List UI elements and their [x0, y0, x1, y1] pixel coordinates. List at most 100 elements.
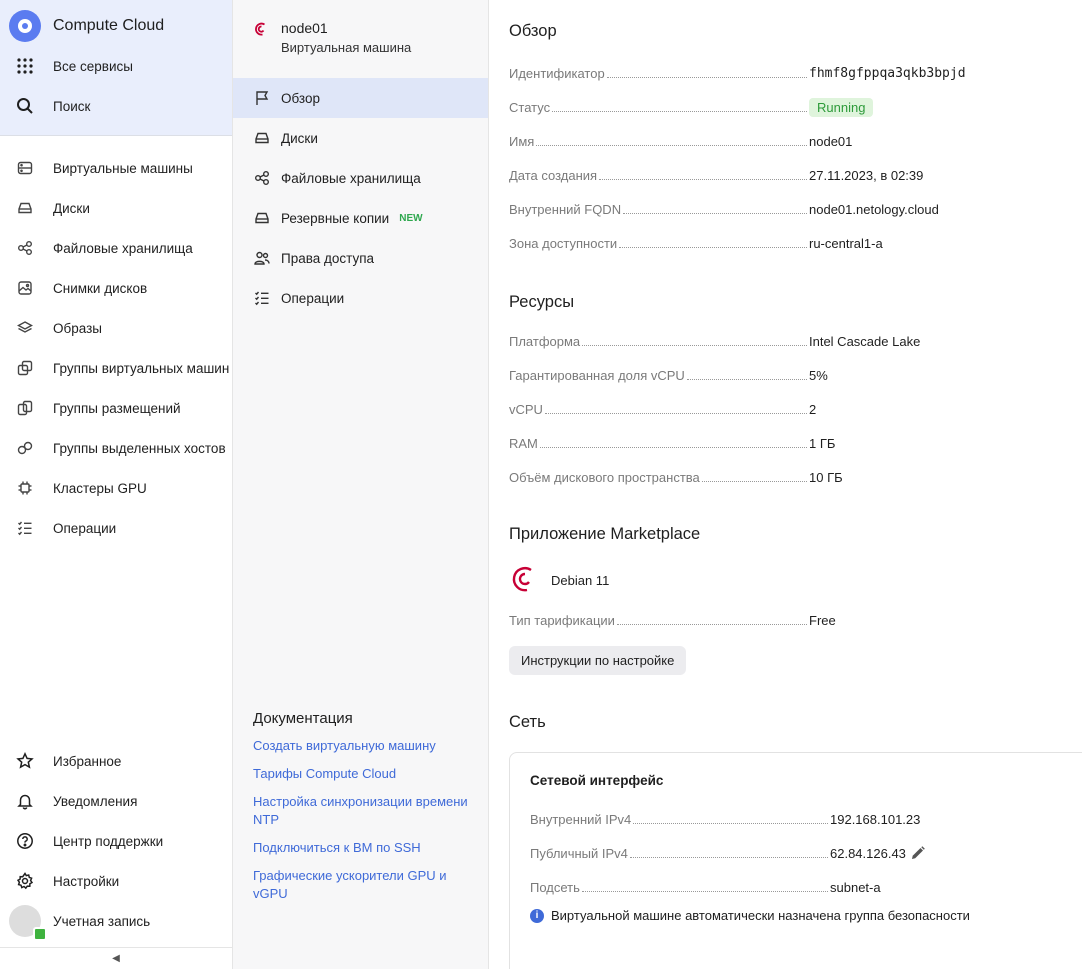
- network-title: Сеть: [509, 713, 546, 731]
- network-interface-card: Сетевой интерфейс Внутренний IPv4 192.16…: [509, 752, 1082, 969]
- overview-list: Идентификатор fhmf8gfppqa3qkb3bpjd Стату…: [509, 56, 1069, 260]
- sidebar-item-gpu-clusters[interactable]: Кластеры GPU: [0, 468, 232, 508]
- sidebar-item-snapshots[interactable]: Снимки дисков: [0, 268, 232, 308]
- sidebar-item-label: Образы: [53, 320, 102, 336]
- compute-cloud-icon: [9, 10, 41, 42]
- tab-overview[interactable]: Обзор: [233, 78, 488, 118]
- all-services-button[interactable]: Все сервисы: [0, 46, 232, 86]
- image-icon: [9, 272, 41, 304]
- sidebar-item-disks[interactable]: Диски: [0, 188, 232, 228]
- vm-header: node01 Виртуальная машина: [233, 0, 488, 78]
- tab-label: Права доступа: [281, 250, 375, 266]
- new-badge: NEW: [399, 212, 423, 224]
- subnet-label: Подсеть: [530, 879, 580, 895]
- marketplace-product: Debian 11: [509, 562, 609, 599]
- debian-icon: [253, 20, 269, 78]
- sidebar-item-label: Файловые хранилища: [53, 240, 193, 256]
- ram-value: 1 ГБ: [809, 435, 836, 451]
- kv-core-fraction: Гарантированная доля vCPU 5%: [509, 358, 1069, 392]
- sidebar-item-label: Группы виртуальных машин: [53, 360, 230, 376]
- info-icon: i: [530, 908, 544, 923]
- cubes-icon: [9, 352, 41, 384]
- subnet-link[interactable]: subnet-a: [830, 880, 881, 895]
- sidebar-item-file-storages[interactable]: Файловые хранилища: [0, 228, 232, 268]
- kv-ram: RAM 1 ГБ: [509, 426, 1069, 460]
- tab-label: Операции: [281, 290, 345, 306]
- doc-link-create-vm[interactable]: Создать виртуальную машину: [253, 737, 473, 755]
- doc-link-ntp[interactable]: Настройка синхронизации времени NTP: [253, 793, 473, 829]
- disk-size-label: Объём дискового пространства: [509, 469, 700, 485]
- overview-title: Обзор: [509, 22, 557, 40]
- public-ip-value: 62.84.126.43: [830, 845, 906, 861]
- tab-disks[interactable]: Диски: [233, 118, 488, 158]
- setup-instructions-button[interactable]: Инструкции по настройке: [509, 646, 687, 675]
- id-label: Идентификатор: [509, 65, 605, 81]
- kv-fqdn: Внутренний FQDN node01.netology.cloud: [509, 192, 1069, 226]
- sidebar-item-favorites[interactable]: Избранное: [0, 741, 232, 781]
- sidebar-item-images[interactable]: Образы: [0, 308, 232, 348]
- doc-link-ssh[interactable]: Подключиться к ВМ по SSH: [253, 839, 473, 857]
- sidebar-item-instance-groups[interactable]: Группы виртуальных машин: [0, 348, 232, 388]
- sidebar-item-vms[interactable]: Виртуальные машины: [0, 148, 232, 188]
- collapse-icon: ◀: [112, 953, 120, 964]
- sidebar-item-notifications[interactable]: Уведомления: [0, 781, 232, 821]
- grid-icon: [9, 50, 41, 82]
- sidebar-item-settings[interactable]: Настройки: [0, 861, 232, 901]
- vm-nav-panel: node01 Виртуальная машина Обзор Диски Фа…: [233, 0, 489, 969]
- sidebar-item-placement-groups[interactable]: Группы размещений: [0, 388, 232, 428]
- product-name: Debian 11: [551, 573, 610, 588]
- doc-link-pricing[interactable]: Тарифы Compute Cloud: [253, 765, 473, 783]
- billing-label: Тип тарификации: [509, 612, 615, 628]
- name-value: node01: [809, 133, 853, 149]
- star-icon: [9, 745, 41, 777]
- sidebar-item-support[interactable]: Центр поддержки: [0, 821, 232, 861]
- kv-subnet: Подсеть subnet-a: [530, 870, 1082, 904]
- collapse-sidebar-button[interactable]: ◀: [0, 947, 232, 969]
- zone-value: ru-central1-a: [809, 235, 883, 251]
- fqdn-label: Внутренний FQDN: [509, 201, 622, 217]
- sidebar-item-label: Диски: [53, 200, 90, 216]
- disk-icon: [9, 192, 41, 224]
- sidebar-item-account[interactable]: Учетная запись: [0, 901, 232, 941]
- resources-list: Платформа Intel Cascade Lake Гарантирова…: [509, 324, 1069, 494]
- sidebar-item-operations[interactable]: Операции: [0, 508, 232, 548]
- sidebar-item-label: Избранное: [53, 753, 122, 769]
- billing-value: Free: [809, 612, 836, 628]
- avatar: [9, 905, 47, 941]
- doc-link-gpu[interactable]: Графические ускорители GPU и vGPU: [253, 867, 473, 903]
- brand-link[interactable]: Compute Cloud: [0, 6, 232, 46]
- security-group-info: i Виртуальной машине автоматически назна…: [530, 908, 1082, 923]
- sidebar-nav: Виртуальные машины Диски Файловые хранил…: [0, 136, 232, 548]
- kv-public-ip: Публичный IPv4 62.84.126.43: [530, 836, 1082, 870]
- tab-access-rights[interactable]: Права доступа: [233, 238, 488, 278]
- internal-ip-value: 192.168.101.23: [830, 811, 921, 827]
- core-fraction-value: 5%: [809, 367, 828, 383]
- platform-label: Платформа: [509, 333, 581, 349]
- platform-value: Intel Cascade Lake: [809, 333, 921, 349]
- users-icon: [253, 249, 271, 267]
- edit-pencil-icon[interactable]: [911, 846, 925, 860]
- zone-label: Зона доступности: [509, 235, 618, 251]
- tab-file-storages[interactable]: Файловые хранилища: [233, 158, 488, 198]
- search-button[interactable]: Поиск: [0, 86, 232, 126]
- flag-icon: [253, 89, 271, 107]
- status-badge: Running: [809, 97, 874, 117]
- sidebar-item-host-groups[interactable]: Группы выделенных хостов: [0, 428, 232, 468]
- tab-operations[interactable]: Операции: [233, 278, 488, 318]
- sidebar-bottom: Избранное Уведомления Центр поддержки На…: [0, 741, 232, 941]
- chip-icon: [9, 472, 41, 504]
- kv-vcpu: vCPU 2: [509, 392, 1069, 426]
- kv-status: Статус Running: [509, 90, 1069, 124]
- kv-platform: Платформа Intel Cascade Lake: [509, 324, 1069, 358]
- debian-logo-icon: [509, 562, 539, 599]
- fqdn-value: node01.netology.cloud: [809, 201, 939, 217]
- tab-label: Файловые хранилища: [281, 170, 421, 186]
- id-value[interactable]: fhmf8gfppqa3qkb3bpjd: [809, 66, 966, 81]
- tab-backups[interactable]: Резервные копии NEW: [233, 198, 488, 238]
- sidebar-item-label: Группы размещений: [53, 400, 181, 416]
- sidebar-item-label: Учетная запись: [53, 913, 151, 929]
- layers-icon: [9, 312, 41, 344]
- kv-created: Дата создания 27.11.2023, в 02:39: [509, 158, 1069, 192]
- vcpu-value: 2: [809, 401, 817, 417]
- main-content: Обзор Идентификатор fhmf8gfppqa3qkb3bpjd…: [489, 0, 1082, 969]
